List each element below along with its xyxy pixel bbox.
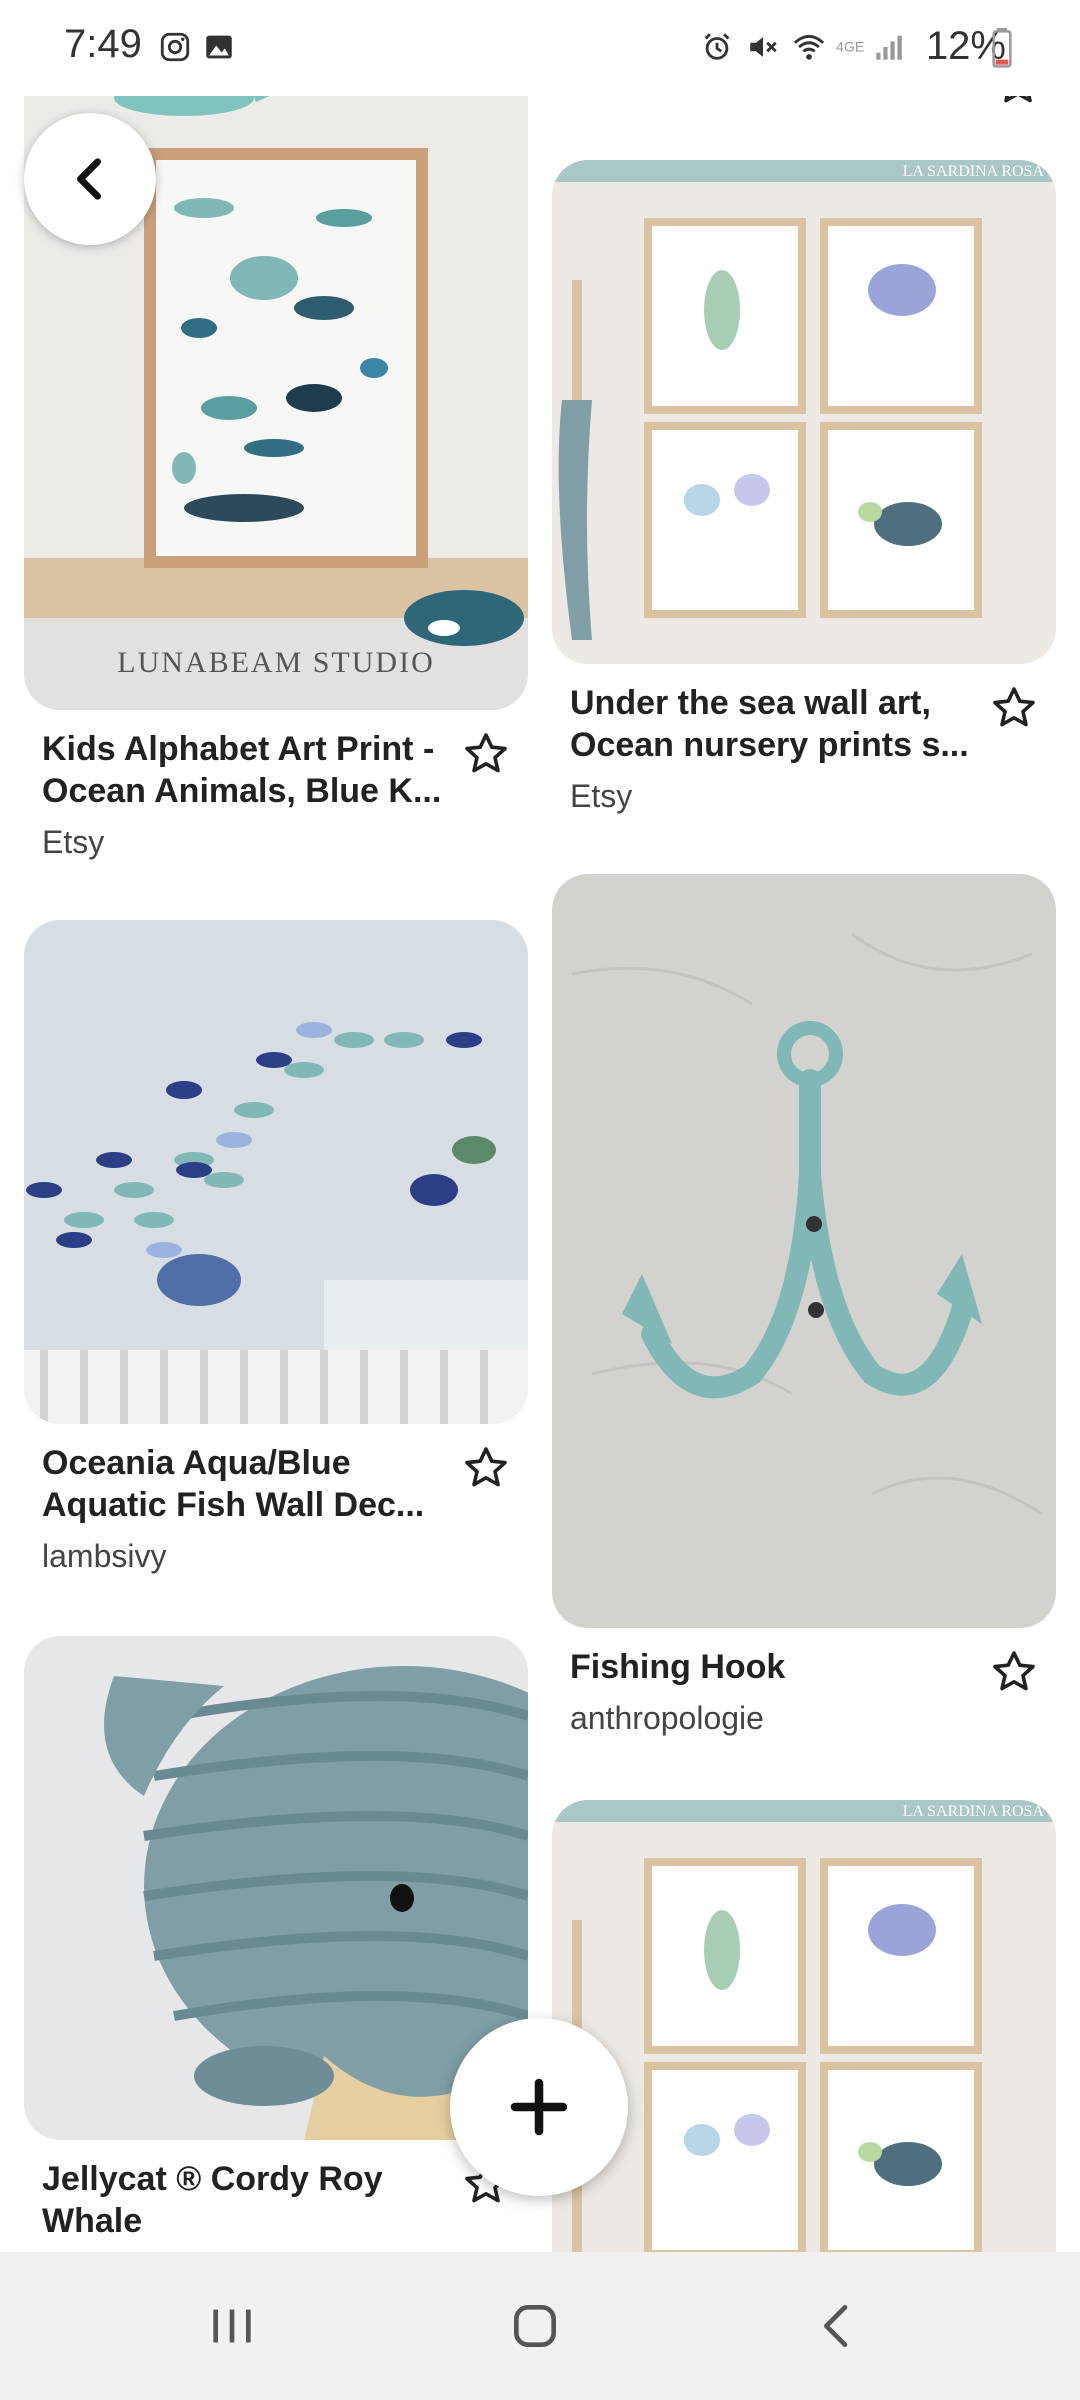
mute-icon <box>750 37 777 57</box>
pin-source[interactable]: Etsy <box>570 778 972 815</box>
status-time: 7:49 <box>64 22 142 66</box>
status-bar: 7:49 4GE 12% <box>0 0 1080 96</box>
pin-card[interactable]: Jellycat ® Cordy Roy Whale <box>24 1636 528 2242</box>
wifi-icon <box>793 34 825 60</box>
star-icon[interactable] <box>462 1444 510 1492</box>
plus-icon <box>510 2078 568 2136</box>
system-nav-bar <box>0 2252 1080 2400</box>
whale-plush-illustration <box>24 1636 528 2140</box>
pin-title[interactable]: Fishing Hook <box>570 1646 972 1688</box>
pin-card[interactable]: LA SARDINA ROSA <box>552 1800 1056 2252</box>
chevron-left-icon <box>77 158 102 200</box>
add-button[interactable] <box>450 2018 628 2196</box>
pin-title[interactable]: Jellycat ® Cordy Roy Whale <box>42 2158 444 2242</box>
lte-icon: 4GE <box>836 39 864 55</box>
alarm-icon <box>704 33 730 60</box>
pin-image-fishing-hook[interactable] <box>552 874 1056 1628</box>
battery-icon <box>992 28 1012 68</box>
instagram-icon <box>160 32 190 62</box>
pin-image-sea-prints[interactable]: LA SARDINA ROSA <box>552 160 1056 664</box>
back-button[interactable] <box>24 113 156 245</box>
back-arrow-icon <box>824 2305 848 2347</box>
pin-card[interactable]: Fishing Hook anthropologie <box>552 874 1056 1737</box>
pin-meta: Fishing Hook anthropologie <box>552 1628 1056 1737</box>
recent-apps-icon <box>213 2309 251 2343</box>
fishing-hook-illustration <box>552 874 1056 1628</box>
home-icon <box>514 2305 556 2347</box>
star-icon[interactable] <box>462 730 510 778</box>
fish-wall-illustration <box>24 920 528 1424</box>
sea-prints-illustration: LA SARDINA ROSA <box>552 160 1056 664</box>
pin-source[interactable]: lambsivy <box>42 1538 444 1575</box>
pin-image-fish-wall-decals[interactable] <box>24 920 528 1424</box>
pin-card[interactable]: LA SARDINA ROSA <box>552 160 1056 815</box>
recent-apps-button[interactable] <box>192 2286 272 2366</box>
pin-title[interactable]: Under the sea wall art, Ocean nursery pr… <box>570 682 972 766</box>
pin-meta: Jellycat ® Cordy Roy Whale <box>24 2140 528 2242</box>
pin-title[interactable]: Kids Alphabet Art Print - Ocean Animals,… <box>42 728 444 812</box>
signal-icon <box>876 35 902 60</box>
system-back-button[interactable] <box>798 2286 878 2366</box>
gallery-icon <box>206 35 232 59</box>
pin-meta: Kids Alphabet Art Print - Ocean Animals,… <box>24 710 528 861</box>
sea-prints-illustration: LA SARDINA ROSA <box>552 1800 1056 2252</box>
home-button[interactable] <box>495 2286 575 2366</box>
pin-source[interactable]: Etsy <box>42 824 444 861</box>
pin-card[interactable]: Oceania Aqua/Blue Aquatic Fish Wall Dec.… <box>24 920 528 1575</box>
alphabet-print-brand: LUNABEAM STUDIO <box>117 646 435 679</box>
pin-title[interactable]: Oceania Aqua/Blue Aquatic Fish Wall Dec.… <box>42 1442 444 1526</box>
pin-meta: Oceania Aqua/Blue Aquatic Fish Wall Dec.… <box>24 1424 528 1575</box>
sea-prints-brand: LA SARDINA ROSA <box>903 1803 1045 1820</box>
pin-image-sea-prints-2[interactable]: LA SARDINA ROSA <box>552 1800 1056 2252</box>
svg-text:4GE: 4GE <box>836 39 864 55</box>
pin-source[interactable]: anthropologie <box>570 1700 972 1737</box>
pinterest-board-screen: 7:49 4GE 12% LUNABEAM STUDIO Kids Alphab… <box>0 0 1080 2400</box>
sea-prints-brand: LA SARDINA ROSA <box>903 163 1045 180</box>
star-icon[interactable] <box>990 684 1038 732</box>
pin-grid: LUNABEAM STUDIO Kids Alphabet Art Print … <box>0 78 1080 2252</box>
star-icon[interactable] <box>990 1648 1038 1696</box>
pin-meta: Under the sea wall art, Ocean nursery pr… <box>552 664 1056 815</box>
pin-image-jellycat-whale[interactable] <box>24 1636 528 2140</box>
